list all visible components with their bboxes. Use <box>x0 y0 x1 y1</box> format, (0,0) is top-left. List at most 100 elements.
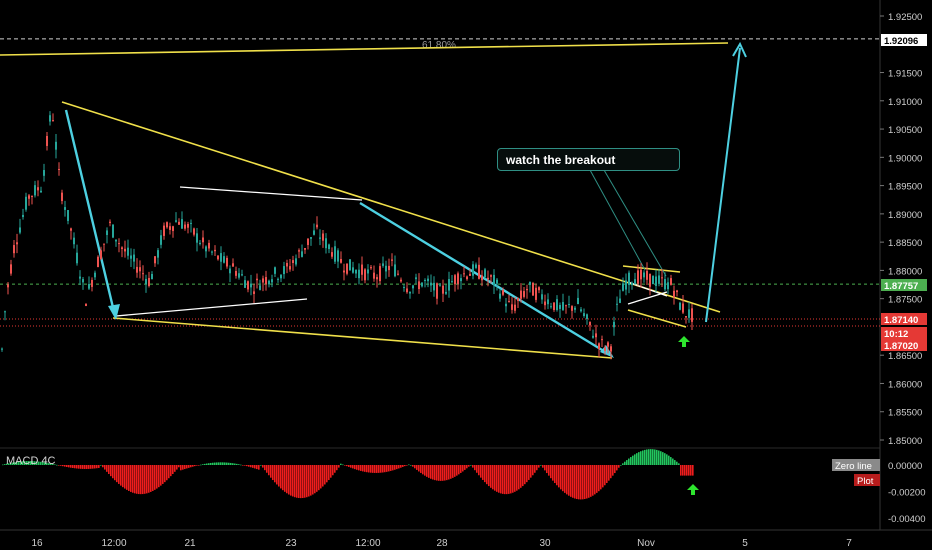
candle-body <box>496 279 498 284</box>
macd-bar <box>284 465 286 492</box>
candle-body <box>229 268 231 274</box>
macd-bar <box>330 465 332 478</box>
macd-bar <box>108 465 110 475</box>
macd-bar <box>434 465 436 481</box>
macd-bar <box>464 465 466 470</box>
candle-body <box>64 207 66 210</box>
candle-body <box>325 238 327 249</box>
candle-body <box>133 254 135 262</box>
macd-bar <box>508 465 510 494</box>
macd-bar <box>422 465 424 475</box>
macd-bar <box>102 465 104 468</box>
macd-bar <box>228 462 230 465</box>
candle-body <box>292 260 294 264</box>
macd-bar <box>204 463 206 465</box>
macd-bar <box>412 465 414 467</box>
candle-body <box>562 302 564 310</box>
candle-body <box>490 275 492 277</box>
candle-body <box>298 250 300 252</box>
candle-body <box>427 278 429 282</box>
macd-bar <box>298 465 300 499</box>
candle-body <box>508 300 510 302</box>
candle-body <box>217 255 219 260</box>
trading-chart[interactable]: 61.80% 1.92500 1.91500 1.91000 1.90500 1.900… <box>0 0 932 550</box>
macd-bar <box>682 465 684 476</box>
candle-body <box>574 307 576 310</box>
time-tick-label: 12:00 <box>355 538 380 549</box>
candle-body <box>391 259 393 261</box>
macd-bar <box>272 465 274 481</box>
candle-body <box>340 258 342 263</box>
macd-bar <box>218 462 220 465</box>
candle-body <box>247 281 249 290</box>
candle-body <box>40 190 42 193</box>
macd-bar <box>548 465 550 476</box>
macd-bar <box>584 465 586 500</box>
candle-body <box>517 298 519 301</box>
macd-bar <box>348 465 350 467</box>
macd-bar <box>460 465 462 473</box>
macd-bar <box>306 465 308 498</box>
macd-bar <box>486 465 488 485</box>
candle-body <box>640 269 642 280</box>
candle-body <box>70 228 72 231</box>
macd-bar <box>414 465 416 469</box>
candle-body <box>559 304 561 309</box>
macd-bar <box>294 465 296 498</box>
macd-bar <box>318 465 320 491</box>
macd-bar <box>564 465 566 493</box>
candle-body <box>424 279 426 281</box>
candle-body <box>466 276 468 280</box>
candle-body <box>169 226 171 230</box>
candle-body <box>166 222 168 228</box>
macd-bar <box>500 465 502 494</box>
macd-bar <box>324 465 326 485</box>
macd-bar <box>636 453 638 465</box>
macd-bar <box>336 465 338 471</box>
macd-bar <box>346 465 348 467</box>
candle-body <box>235 270 237 276</box>
macd-bar <box>144 465 146 494</box>
macd-bar <box>622 463 624 465</box>
macd-bar <box>546 465 548 474</box>
candle-body <box>34 185 36 196</box>
macd-bar <box>140 465 142 495</box>
macd-bar <box>68 465 70 468</box>
macd-bar <box>494 465 496 491</box>
macd-bar <box>190 465 192 468</box>
candle-body <box>646 270 648 280</box>
macd-bar <box>58 465 60 466</box>
macd-bar <box>310 465 312 496</box>
candle-body <box>334 246 336 262</box>
price-badge-text: 1.87757 <box>884 281 918 292</box>
macd-bar <box>626 460 628 465</box>
candle-body <box>148 277 150 286</box>
macd-bar <box>450 465 452 479</box>
candle-body <box>499 293 501 299</box>
macd-bar <box>88 465 90 469</box>
macd-bar <box>142 465 144 495</box>
macd-bar <box>550 465 552 479</box>
macd-bar <box>200 464 202 466</box>
macd-bar <box>544 465 546 471</box>
candle-body <box>415 277 417 280</box>
macd-bar <box>400 465 402 468</box>
time-tick-label: 16 <box>31 538 43 549</box>
candle-body <box>205 246 207 252</box>
macd-bar <box>540 465 542 466</box>
macd-bar <box>166 465 168 481</box>
macd-bar <box>624 461 626 465</box>
candle-body <box>37 187 39 191</box>
annotation-callout[interactable]: watch the breakout <box>497 148 680 171</box>
macd-bar <box>308 465 310 497</box>
candle-body <box>664 279 666 290</box>
macd-bar <box>132 465 134 493</box>
candle-body <box>295 258 297 265</box>
macd-bar <box>666 454 668 465</box>
candle-body <box>532 282 534 296</box>
candle-body <box>73 237 75 245</box>
candle-body <box>364 269 366 281</box>
macd-bar <box>604 465 606 486</box>
candle-body <box>358 269 360 279</box>
candle-body <box>397 273 399 275</box>
